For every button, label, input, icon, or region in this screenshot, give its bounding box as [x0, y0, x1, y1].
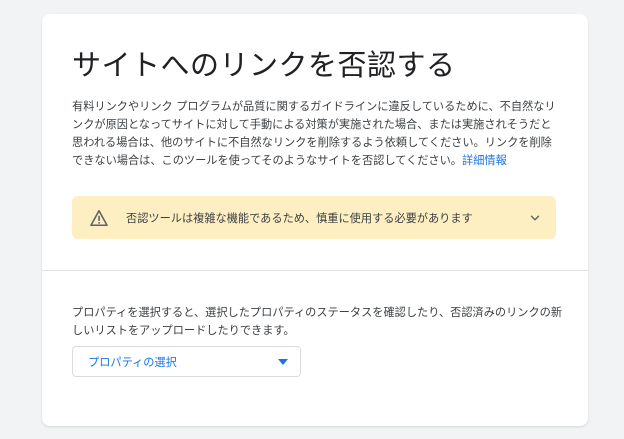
warning-banner[interactable]: 否認ツールは複雑な機能であるため、慎重に使用する必要があります — [72, 196, 556, 239]
warning-text: 否認ツールは複雑な機能であるため、慎重に使用する必要があります — [126, 211, 473, 225]
chevron-down-icon[interactable] — [528, 211, 542, 225]
property-instructions: プロパティを選択すると、選択したプロパティのステータスを確認したり、否認済みのリ… — [72, 306, 563, 337]
property-select-label: プロパティの選択 — [88, 355, 177, 369]
warning-icon — [90, 209, 108, 226]
property-select-dropdown[interactable]: プロパティの選択 — [72, 346, 301, 377]
page-description: 有料リンクやリンク プログラムが品質に関するガイドラインに違反しているために、不… — [72, 98, 556, 170]
dropdown-arrow-icon — [278, 358, 288, 365]
section-divider — [42, 270, 588, 271]
learn-more-link[interactable]: 詳細情報 — [462, 154, 507, 167]
page-title: サイトへのリンクを否認する — [72, 48, 456, 82]
disavow-links-card: サイトへのリンクを否認する 有料リンクやリンク プログラムが品質に関するガイドラ… — [42, 14, 588, 426]
